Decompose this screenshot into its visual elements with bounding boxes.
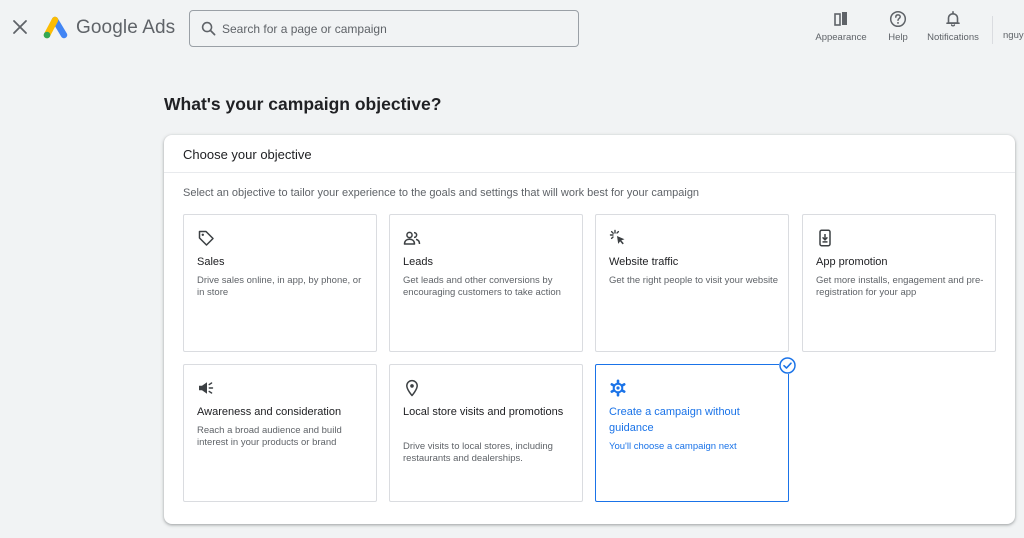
objective-title: Awareness and consideration — [197, 406, 342, 418]
objective-title: Create a campaign without guidance — [609, 406, 740, 434]
objective-title: Local store visits and promotions — [403, 406, 564, 418]
objective-card-website-traffic[interactable]: Website traffic Get the right people to … — [595, 214, 789, 352]
objective-description: Get the right people to visit your websi… — [609, 275, 778, 286]
objective-description: You'll choose a campaign next — [609, 441, 737, 452]
help-button[interactable]: Help — [884, 10, 912, 43]
objective-description: Get leads and other conversions by encou… — [403, 275, 561, 298]
toolbar-divider — [992, 16, 993, 44]
page-title: What's your campaign objective? — [164, 94, 442, 114]
notifications-button[interactable]: Notifications — [922, 10, 984, 43]
objective-card-local-store[interactable]: Local store visits and promotions Drive … — [389, 364, 583, 502]
search-icon — [201, 21, 216, 36]
people-icon — [403, 231, 421, 245]
cursor-click-icon — [609, 229, 625, 245]
objective-card-leads[interactable]: Leads Get leads and other conversions by… — [389, 214, 583, 352]
appearance-icon — [834, 12, 847, 26]
help-icon — [889, 10, 907, 28]
objective-title: Website traffic — [609, 256, 679, 268]
google-ads-logo-icon — [43, 16, 68, 39]
objective-card-no-guidance[interactable]: Create a campaign without guidance You'l… — [595, 364, 789, 502]
objective-description: Get more installs, engagement and pre-re… — [816, 275, 984, 298]
close-icon[interactable] — [10, 17, 30, 37]
panel-description: Select an objective to tailor your exper… — [183, 187, 700, 199]
objective-card-awareness[interactable]: Awareness and consideration Reach a broa… — [183, 364, 377, 502]
objective-title: Sales — [197, 256, 225, 268]
search-input[interactable] — [222, 19, 562, 39]
phone-download-icon — [819, 229, 831, 247]
appearance-label: Appearance — [815, 32, 867, 43]
objective-description: Reach a broad audience and build interes… — [197, 425, 342, 448]
gear-icon — [610, 379, 626, 397]
search-box[interactable] — [189, 10, 579, 47]
top-bar: Google Ads Appearance Help Notifications — [0, 0, 1024, 58]
objective-card-sales[interactable]: Sales Drive sales online, in app, by pho… — [183, 214, 377, 352]
appearance-button[interactable]: Appearance — [814, 10, 868, 43]
help-label: Help — [888, 32, 908, 43]
location-pin-icon — [406, 379, 418, 397]
objective-title: App promotion — [816, 256, 888, 268]
objective-description: Drive sales online, in app, by phone, or… — [197, 275, 362, 298]
tag-icon — [198, 230, 214, 246]
bell-icon — [946, 10, 960, 27]
brand-name: Google Ads — [76, 17, 176, 38]
objective-card-app-promotion[interactable]: App promotion Get more installs, engagem… — [802, 214, 996, 352]
notifications-label: Notifications — [927, 32, 979, 43]
objective-title: Leads — [403, 256, 433, 268]
selected-check-icon — [779, 357, 796, 374]
objective-description: Drive visits to local stores, including … — [403, 441, 553, 464]
panel-heading: Choose your objective — [183, 147, 312, 162]
panel-header: Choose your objective — [164, 135, 1015, 173]
megaphone-icon — [199, 382, 214, 394]
objective-panel: Choose your objective Select an objectiv… — [164, 135, 1015, 524]
account-name[interactable]: nguy — [1003, 30, 1024, 41]
